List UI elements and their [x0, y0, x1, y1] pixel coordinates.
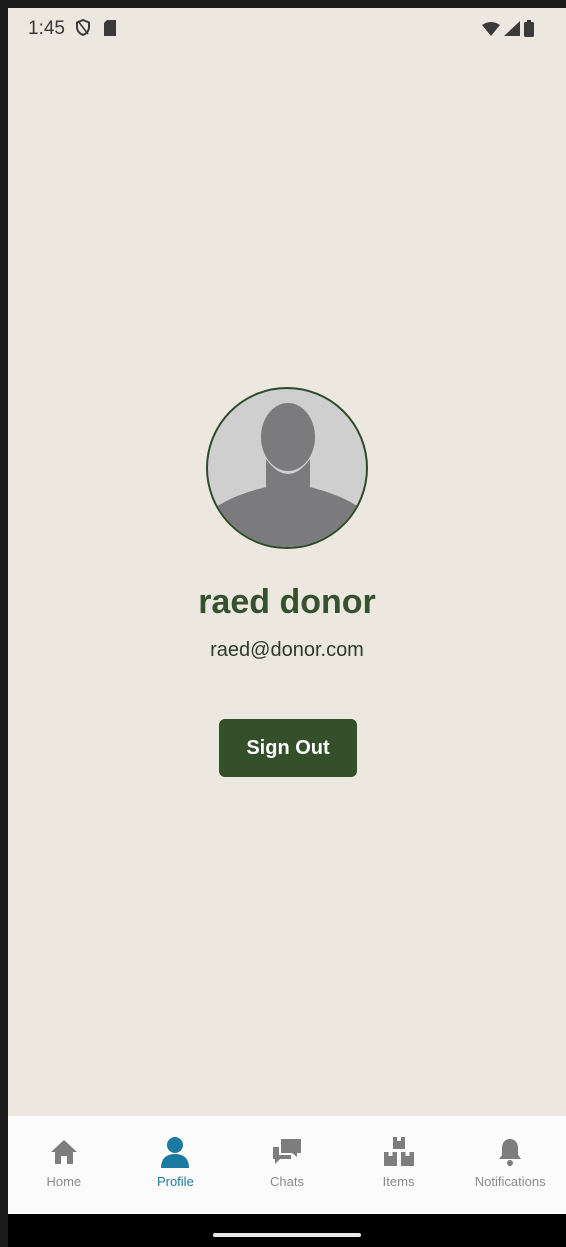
chat-icon: [271, 1136, 303, 1168]
status-right-icons: [482, 20, 534, 42]
signal-icon: [504, 21, 520, 41]
nav-item-notifications[interactable]: Notifications: [454, 1116, 566, 1214]
nav-item-home[interactable]: Home: [8, 1116, 120, 1214]
boxes-icon: [383, 1136, 415, 1168]
nav-item-items[interactable]: Items: [343, 1116, 455, 1214]
battery-icon: [524, 20, 534, 42]
profile-email: raed@donor.com: [210, 639, 364, 661]
nav-label-home: Home: [46, 1174, 82, 1189]
person-silhouette-icon: [208, 403, 366, 547]
shield-icon: [76, 18, 90, 41]
nav-label-notifications: Notifications: [474, 1174, 546, 1189]
bell-icon: [494, 1136, 526, 1168]
nav-item-chats[interactable]: Chats: [231, 1116, 343, 1214]
profile-screen: 1:45 raed donor raed@donor.com Sign Out …: [8, 8, 566, 1247]
wifi-icon: [482, 21, 500, 41]
nav-label-chats: Chats: [270, 1174, 304, 1189]
bottom-navigation: Home Profile Chats Items Notifications: [8, 1116, 566, 1214]
person-icon: [159, 1136, 191, 1168]
status-time: 1:45: [28, 18, 65, 39]
status-bar: 1:45: [8, 8, 566, 52]
nav-label-profile: Profile: [156, 1174, 194, 1189]
profile-name: raed donor: [198, 583, 376, 621]
nav-label-items: Items: [382, 1174, 415, 1189]
gesture-handle[interactable]: [213, 1233, 361, 1237]
gesture-navigation-area: [8, 1214, 566, 1247]
sign-out-button[interactable]: Sign Out: [219, 719, 357, 777]
home-icon: [48, 1136, 80, 1168]
sd-card-icon: [104, 19, 116, 41]
nav-item-profile[interactable]: Profile: [120, 1116, 232, 1214]
status-left-icons: [76, 18, 116, 41]
avatar: [206, 387, 368, 549]
